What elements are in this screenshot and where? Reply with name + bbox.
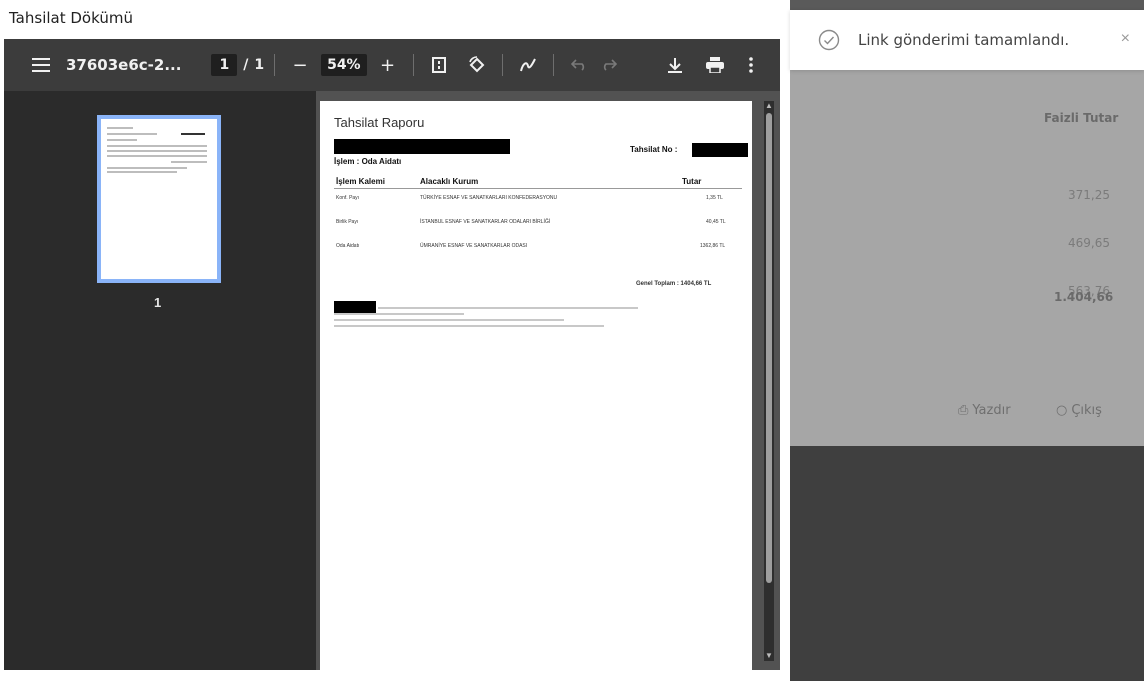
- page-current-input[interactable]: 1: [211, 54, 238, 76]
- column-header: Tutar: [682, 177, 702, 186]
- pdf-toolbar: 37603e6c-2... 1 / 1 − 54% +: [4, 39, 780, 91]
- toast-message: Link gönderimi tamamlandı.: [858, 31, 1070, 49]
- table-cell: Birlik Payı: [336, 219, 359, 225]
- download-icon[interactable]: [660, 50, 690, 80]
- toolbar-divider: [412, 54, 414, 76]
- table-cell: 1362,86 TL: [700, 243, 726, 249]
- undo-icon[interactable]: [564, 50, 594, 80]
- tahsilat-table: İşlem Kalemi Alacaklı Kurum Tutar Konf. …: [334, 175, 742, 261]
- islem-label: İşlem : Oda Aidatı: [334, 157, 402, 166]
- pdf-filename: 37603e6c-2...: [66, 56, 182, 74]
- redo-icon[interactable]: [594, 50, 624, 80]
- toolbar-divider: [552, 54, 554, 76]
- modal-title: Tahsilat Dökümü: [9, 9, 133, 27]
- scroll-up-arrow[interactable]: ▲: [764, 101, 774, 111]
- page-canvas-area: Tahsilat Raporu İşlem : Oda Aidatı Tahsi…: [316, 91, 780, 670]
- column-header: Alacaklı Kurum: [420, 177, 479, 186]
- page-total: 1: [254, 57, 265, 73]
- document-note-line: [378, 307, 638, 309]
- redaction-bar: [692, 143, 748, 157]
- cikis-label: Çıkış: [1071, 402, 1102, 418]
- pdf-viewer: 37603e6c-2... 1 / 1 − 54% + 1 Tahsilat R…: [4, 39, 780, 670]
- page-indicator: 1 / 1: [211, 54, 264, 76]
- close-icon[interactable]: ×: [1121, 30, 1130, 48]
- yazdir-label: Yazdır: [972, 402, 1011, 418]
- document-note-line: [334, 313, 464, 315]
- table-cell: ÜMRANİYE ESNAF VE SANATKARLAR ODASI: [420, 243, 528, 249]
- thumbnail-page-number: 1: [154, 295, 162, 310]
- table-cell: İSTANBUL ESNAF VE SANATKARLAR ODALARI Bİ…: [420, 219, 551, 225]
- zoom-level-input[interactable]: 54%: [321, 54, 367, 76]
- column-header: İşlem Kalemi: [336, 177, 385, 186]
- fit-page-icon[interactable]: [424, 50, 454, 80]
- success-toast: Link gönderimi tamamlandı. ×: [790, 10, 1144, 70]
- yazdir-button: ⎙ Yazdır: [958, 396, 1011, 424]
- screen: Tahsilat Dökümü 37603e6c-2... 1 / 1 − 54…: [0, 0, 1144, 681]
- dimmed-background: Faizli Tutar 371,25 469,65 563,76 1.404,…: [790, 0, 1144, 681]
- background-lower-panel: [790, 446, 1144, 681]
- scroll-down-arrow[interactable]: ▼: [764, 651, 774, 661]
- table-header: İşlem Kalemi Alacaklı Kurum Tutar: [334, 175, 742, 189]
- check-circle-icon: [818, 29, 840, 51]
- zoom-out-button[interactable]: −: [285, 50, 315, 80]
- document-note-line: [334, 325, 604, 327]
- document-title: Tahsilat Raporu: [334, 115, 425, 130]
- pdf-page: Tahsilat Raporu İşlem : Oda Aidatı Tahsi…: [320, 101, 752, 670]
- faizli-tutar-header: Faizli Tutar: [1044, 111, 1119, 125]
- table-row: Oda Aidatı ÜMRANİYE ESNAF VE SANATKARLAR…: [334, 237, 742, 261]
- annotate-pen-icon[interactable]: [513, 50, 543, 80]
- table-row: Birlik Payı İSTANBUL ESNAF VE SANATKARLA…: [334, 213, 742, 237]
- zoom-in-button[interactable]: +: [373, 50, 403, 80]
- redaction-bar: [334, 301, 376, 313]
- tahsilat-no-label: Tahsilat No :: [630, 145, 678, 154]
- menu-icon[interactable]: [26, 50, 56, 80]
- print-icon: ⎙: [958, 402, 969, 418]
- page-thumbnail[interactable]: [97, 115, 221, 283]
- table-cell: Konf. Payı: [336, 195, 360, 201]
- vertical-scrollbar[interactable]: ▲ ▼: [764, 101, 774, 661]
- exit-icon: ○: [1056, 402, 1068, 418]
- page-separator: /: [243, 57, 249, 73]
- scrollbar-thumb[interactable]: [766, 113, 772, 583]
- total-amount: 1.404,66: [1054, 290, 1114, 304]
- toolbar-divider: [501, 54, 503, 76]
- redaction-bar: [334, 139, 510, 154]
- thumbnail-pane: 1: [4, 91, 316, 670]
- table-cell: TÜRKİYE ESNAF VE SANATKARLARI KONFEDERAS…: [420, 195, 558, 201]
- genel-toplam: Genel Toplam : 1404,66 TL: [636, 281, 712, 287]
- toolbar-divider: [274, 54, 276, 76]
- print-icon[interactable]: [700, 50, 730, 80]
- amount-cell: 469,65: [1068, 236, 1110, 250]
- more-options-icon[interactable]: [736, 50, 766, 80]
- amount-cell: 371,25: [1068, 188, 1110, 202]
- rotate-icon[interactable]: [462, 50, 492, 80]
- table-cell: 1,35 TL: [706, 195, 723, 201]
- table-row: Konf. Payı TÜRKİYE ESNAF VE SANATKARLARI…: [334, 189, 742, 213]
- cikis-button: ○ Çıkış: [1056, 396, 1102, 424]
- document-note-line: [334, 319, 564, 321]
- table-cell: 40,45 TL: [706, 219, 726, 225]
- background-header-strip: [790, 0, 1144, 10]
- tahsilat-dokumu-modal: Tahsilat Dökümü 37603e6c-2... 1 / 1 − 54…: [0, 0, 790, 681]
- table-cell: Oda Aidatı: [336, 243, 360, 249]
